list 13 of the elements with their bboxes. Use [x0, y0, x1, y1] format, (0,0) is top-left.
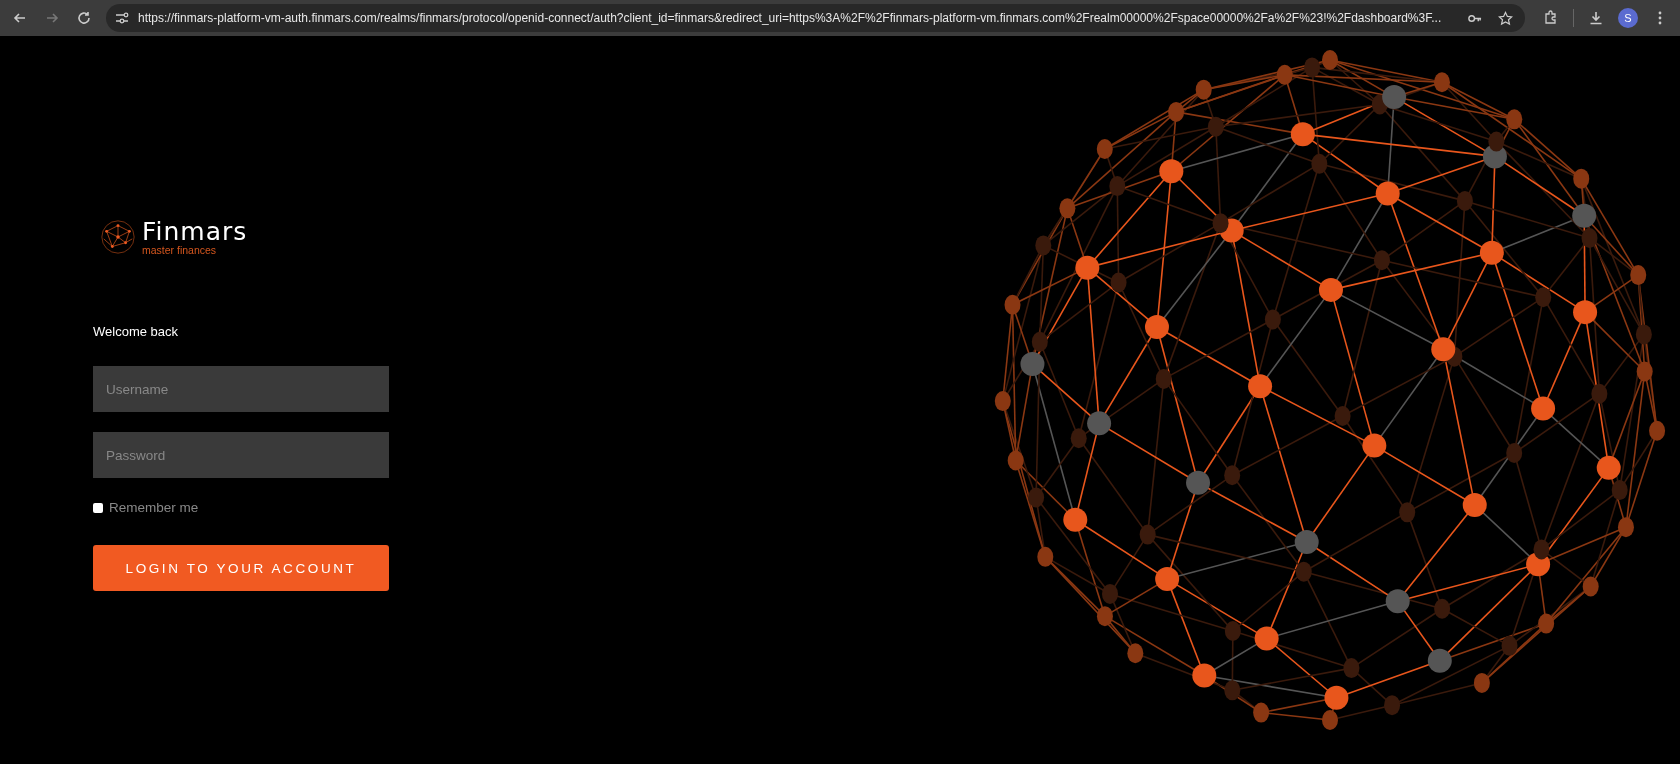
brand-tagline: master finances [142, 244, 218, 256]
site-settings-icon[interactable] [114, 10, 130, 26]
remember-label: Remember me [109, 500, 199, 515]
username-field[interactable]: Username [93, 366, 389, 412]
remember-checkbox[interactable] [93, 502, 103, 513]
globe-logo-icon [99, 218, 137, 256]
login-button[interactable]: LOGIN TO YOUR ACCOUNT [93, 545, 389, 591]
password-field[interactable]: Password [93, 432, 389, 478]
brand-name: Finmars [142, 218, 248, 245]
address-bar[interactable] [106, 4, 1525, 32]
profile-avatar[interactable]: S [1618, 8, 1638, 28]
welcome-heading: Welcome back [93, 324, 179, 339]
url-text: https://finmars-platform-vm-auth.finmars.com/realms/finmars/protocol/openid-connect/auth?client_id=finmars&redirect_uri=https%3A%2F%2Ffinmars-platform-vm.finmars.com%2Frealm00000%2Fspace00000%2Fa%2F%23!%2Fdashboard%3F... [138, 11, 1443, 25]
